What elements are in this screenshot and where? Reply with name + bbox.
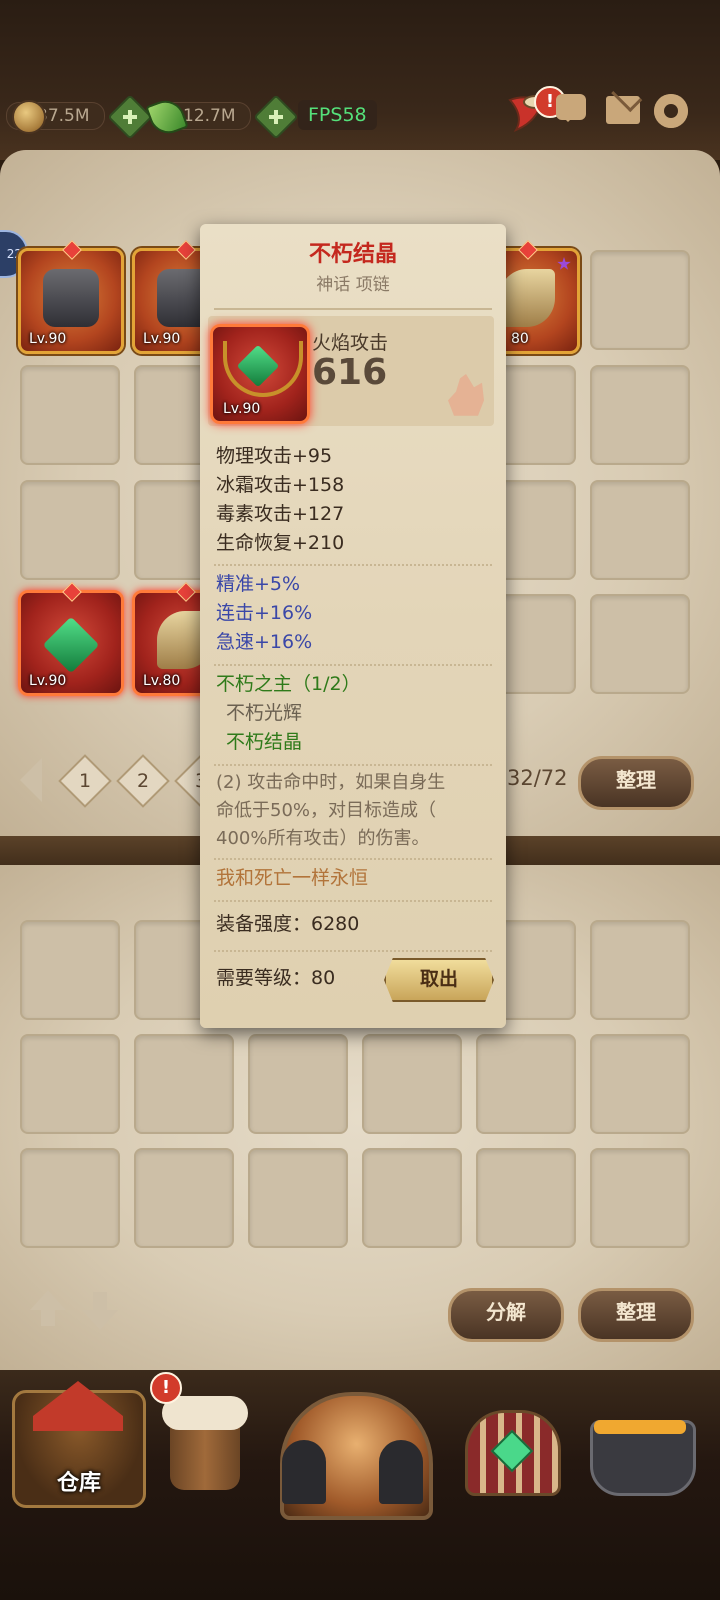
empty-slot[interactable] xyxy=(476,1148,576,1248)
empty-slot[interactable] xyxy=(20,365,120,465)
divider xyxy=(214,764,492,766)
item-level: Lv.90 xyxy=(143,331,181,347)
bonus-stat: 急速+16% xyxy=(216,631,313,653)
empty-slot[interactable] xyxy=(590,480,690,580)
empty-slot[interactable] xyxy=(476,1034,576,1134)
item-level: Lv.90 xyxy=(29,331,67,347)
base-stat: 生命恢复+210 xyxy=(216,532,345,554)
empty-slot[interactable] xyxy=(134,1034,234,1134)
gem-counter: 12.7M xyxy=(145,95,251,139)
boots-icon xyxy=(499,269,555,327)
item-level: Lv.90 xyxy=(29,673,67,689)
sort-inventory-button[interactable]: 整理 xyxy=(578,756,694,810)
inventory-capacity: 32/72 xyxy=(507,766,568,790)
page-number: 1 xyxy=(78,770,92,792)
empty-slot[interactable] xyxy=(248,1034,348,1134)
main-stat-value: 616 xyxy=(312,352,388,393)
settings-gear-icon[interactable] xyxy=(654,94,688,128)
divider xyxy=(214,858,492,860)
divider xyxy=(214,950,492,952)
tavern-alert-badge: ! xyxy=(150,1372,182,1404)
set-effect-line: (2) 攻击命中时，如果自身生 xyxy=(216,772,446,793)
decompose-button[interactable]: 分解 xyxy=(448,1288,564,1342)
move-up-arrow-icon[interactable] xyxy=(30,1290,66,1330)
nav-battle[interactable] xyxy=(270,1380,435,1520)
divider xyxy=(214,564,492,566)
empty-slot[interactable] xyxy=(590,1034,690,1134)
item-tooltip: 不朽结晶 神话 项链 Lv.90 火焰攻击 616 物理攻击+95 冰霜攻击+1… xyxy=(200,224,506,1028)
gold-counter: 37.5M xyxy=(6,100,105,134)
empty-slot[interactable] xyxy=(590,250,690,350)
nav-warehouse[interactable]: 仓库 xyxy=(12,1381,146,1508)
set-piece: 不朽结晶 xyxy=(226,731,303,753)
main-stat-label: 火焰攻击 xyxy=(312,332,389,354)
mail-icon[interactable] xyxy=(606,96,640,124)
inventory-item-necklace[interactable]: Lv.90 xyxy=(18,582,124,696)
divider xyxy=(214,664,492,666)
fps-counter: FPS58 xyxy=(298,100,377,130)
nav-treasure[interactable] xyxy=(455,1390,565,1500)
item-icon: Lv.90 xyxy=(210,324,310,424)
move-down-arrow-icon[interactable] xyxy=(82,1290,118,1330)
item-type: 神话 项链 xyxy=(316,275,390,295)
nav-warehouse-label: 仓库 xyxy=(56,1471,101,1496)
prev-page-arrow-icon[interactable] xyxy=(20,758,42,802)
set-piece: 不朽光辉 xyxy=(226,702,303,724)
purple-star-icon xyxy=(557,257,571,270)
empty-slot[interactable] xyxy=(20,1148,120,1248)
empty-slot[interactable] xyxy=(20,480,120,580)
item-level: 80 xyxy=(511,331,529,347)
divider xyxy=(214,308,492,310)
molten-metal xyxy=(594,1420,686,1434)
empty-slot[interactable] xyxy=(20,920,120,1020)
top-bar xyxy=(0,0,720,160)
empty-slot[interactable] xyxy=(20,1034,120,1134)
item-level: Lv.80 xyxy=(143,673,181,689)
nav-forge[interactable] xyxy=(580,1390,700,1500)
take-out-button[interactable]: 取出 xyxy=(384,958,494,1002)
item-icon-level: Lv.90 xyxy=(223,401,261,417)
divider xyxy=(214,900,492,902)
coin-icon xyxy=(12,100,46,134)
empty-slot[interactable] xyxy=(590,594,690,694)
equipment-power: 装备强度：6280 xyxy=(216,913,360,935)
hooded-figure-icon xyxy=(379,1440,423,1504)
empty-slot[interactable] xyxy=(590,1148,690,1248)
nav-tavern[interactable] xyxy=(150,1390,260,1500)
hooded-figure-icon xyxy=(282,1440,326,1504)
base-stat: 毒素攻击+127 xyxy=(216,503,345,525)
required-level: 需要等级：80 xyxy=(216,967,336,989)
empty-slot[interactable] xyxy=(134,1148,234,1248)
bonus-stat: 精准+5% xyxy=(216,573,301,595)
empty-slot[interactable] xyxy=(590,920,690,1020)
gauntlet-icon xyxy=(43,269,99,327)
item-name: 不朽结晶 xyxy=(308,242,397,267)
flavor-text: 我和死亡一样永恒 xyxy=(216,867,369,889)
set-name: 不朽之主（1/2） xyxy=(216,673,361,695)
set-effect-line: 命低于50%，对目标造成（ xyxy=(216,800,437,821)
chat-icon[interactable] xyxy=(556,94,586,122)
base-stat: 物理攻击+95 xyxy=(216,445,333,467)
bonus-stat: 连击+16% xyxy=(216,602,313,624)
empty-slot[interactable] xyxy=(362,1148,462,1248)
base-stat: 冰霜攻击+158 xyxy=(216,474,345,496)
empty-slot[interactable] xyxy=(590,365,690,465)
page-number: 2 xyxy=(136,770,150,792)
sort-storage-button[interactable]: 整理 xyxy=(578,1288,694,1342)
empty-slot[interactable] xyxy=(362,1034,462,1134)
empty-slot[interactable] xyxy=(248,1148,348,1248)
green-gem-necklace-icon xyxy=(42,616,100,674)
inventory-item-gauntlet[interactable]: Lv.90 xyxy=(18,240,124,354)
set-effect-line: 400%所有攻击）的伤害。 xyxy=(216,828,430,849)
